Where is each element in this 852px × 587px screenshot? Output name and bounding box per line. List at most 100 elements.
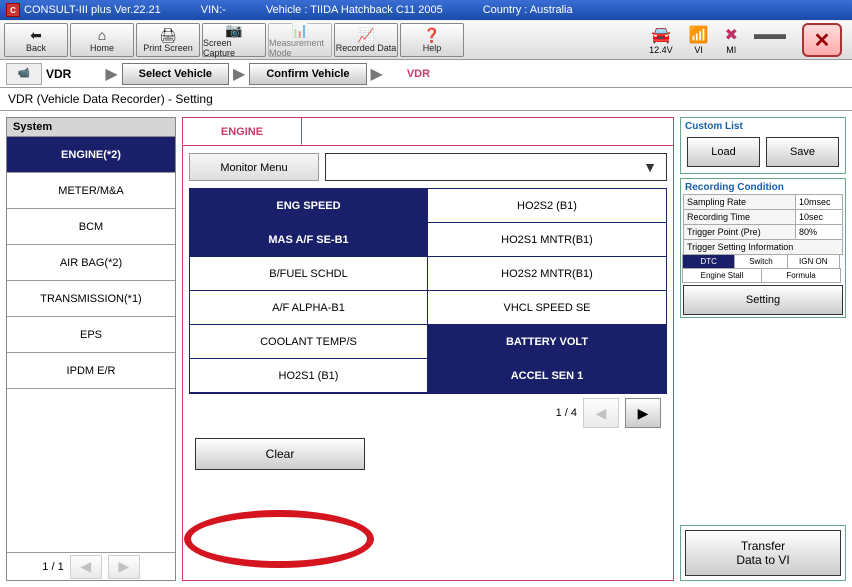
system-item[interactable]: ENGINE(*2)	[7, 137, 175, 173]
recording-row: Recording Time10sec	[683, 210, 843, 225]
recording-row: Trigger Setting Information	[683, 240, 843, 255]
grid-next-button[interactable]: ▶	[625, 398, 661, 428]
monitor-menu-label: Monitor Menu	[189, 153, 319, 181]
recorded-button[interactable]: 📈Recorded Data	[334, 23, 398, 57]
system-header: System	[7, 118, 175, 137]
system-item[interactable]: METER/M&A	[7, 173, 175, 209]
system-item[interactable]: TRANSMISSION(*1)	[7, 281, 175, 317]
recording-row: Trigger Point (Pre)80%	[683, 225, 843, 240]
custom-list-header: Custom List	[683, 120, 843, 133]
close-button[interactable]: ✕	[802, 23, 842, 57]
breadcrumb-current: VDR	[407, 68, 430, 80]
setting-button[interactable]: Setting	[683, 285, 843, 315]
sensor-cell[interactable]: HO2S2 MNTR(B1)	[428, 257, 666, 291]
trigger-cell[interactable]: DTC	[682, 254, 735, 269]
system-prev-button: ◀	[70, 555, 102, 579]
measure-button: 📊Measurement Mode	[268, 23, 332, 57]
help-button[interactable]: ❓Help	[400, 23, 464, 57]
recording-condition-header: Recording Condition	[683, 181, 843, 194]
transfer-box: Transfer Data to VI	[680, 525, 846, 581]
breadcrumb-bar: 📹 VDR ▶ Select Vehicle ▶ Confirm Vehicle…	[0, 60, 852, 88]
sensor-cell[interactable]: ACCEL SEN 1	[428, 359, 666, 393]
clear-button[interactable]: Clear	[195, 438, 365, 470]
monitor-menu-select[interactable]: ▼	[325, 153, 667, 181]
transfer-button[interactable]: Transfer Data to VI	[685, 530, 841, 576]
grid-prev-button: ◀	[583, 398, 619, 428]
custom-list-box: Custom List Load Save	[680, 117, 846, 174]
sensor-cell[interactable]: BATTERY VOLT	[428, 325, 666, 359]
recording-key: Trigger Setting Information	[684, 240, 842, 254]
camera-icon: 📷	[225, 22, 242, 38]
sensor-cell[interactable]: A/F ALPHA-B1	[190, 291, 428, 325]
help-icon: ❓	[423, 27, 440, 43]
back-icon: ⬅	[30, 27, 42, 43]
sensor-cell[interactable]: MAS A/F SE-B1	[190, 223, 428, 257]
system-item[interactable]: EPS	[7, 317, 175, 353]
sensor-cell[interactable]: VHCL SPEED SE	[428, 291, 666, 325]
window-titlebar: C CONSULT-III plus Ver.22.21 VIN:- Vehic…	[0, 0, 852, 20]
grid-page-label: 1 / 4	[556, 407, 577, 419]
sensor-cell[interactable]: B/FUEL SCHDL	[190, 257, 428, 291]
vehicle-label: Vehicle : TIIDA Hatchback C11 2005	[266, 4, 443, 16]
sensor-cell[interactable]: HO2S2 (B1)	[428, 189, 666, 223]
sensor-cell[interactable]: HO2S1 MNTR(B1)	[428, 223, 666, 257]
system-next-button: ▶	[108, 555, 140, 579]
chevron-right-icon: ▶	[371, 64, 383, 84]
print-button[interactable]: 🖨Print Screen	[136, 23, 200, 57]
trigger-cell[interactable]: Switch	[734, 254, 787, 269]
recording-key: Recording Time	[684, 210, 796, 224]
battery-status: ▬▬	[754, 26, 786, 54]
recording-value: 10sec	[796, 210, 842, 224]
voltage-status: 🚘12.4V	[649, 25, 673, 55]
trigger-cell[interactable]: IGN ON	[787, 254, 840, 269]
recording-key: Sampling Rate	[684, 195, 796, 209]
system-item[interactable]: AIR BAG(*2)	[7, 245, 175, 281]
recording-row: Sampling Rate10msec	[683, 194, 843, 210]
trigger-grid: DTCSwitchIGN ON Engine StallFormula	[683, 255, 843, 283]
sensor-cell[interactable]: COOLANT TEMP/S	[190, 325, 428, 359]
engine-tab[interactable]: ENGINE	[182, 117, 302, 145]
home-button[interactable]: ⌂Home	[70, 23, 134, 57]
trigger-cell[interactable]: Formula	[761, 268, 841, 283]
recording-value: 80%	[796, 225, 842, 239]
recording-condition-box: Recording Condition Sampling Rate10msecR…	[680, 178, 846, 318]
chevron-down-icon: ▼	[640, 159, 660, 175]
confirm-vehicle-crumb[interactable]: Confirm Vehicle	[249, 63, 366, 85]
main-toolbar: ⬅Back ⌂Home 🖨Print Screen 📷Screen Captur…	[0, 20, 852, 60]
recording-params: Sampling Rate10msecRecording Time10secTr…	[683, 194, 843, 255]
measure-icon: 📊	[291, 22, 308, 38]
chevron-right-icon: ▶	[105, 64, 117, 84]
chevron-right-icon: ▶	[233, 64, 245, 84]
home-icon: ⌂	[98, 27, 106, 43]
country-label: Country : Australia	[483, 4, 573, 16]
recording-key: Trigger Point (Pre)	[684, 225, 796, 239]
back-button[interactable]: ⬅Back	[4, 23, 68, 57]
grid-pager: 1 / 4 ◀ ▶	[189, 394, 667, 432]
system-item[interactable]: IPDM E/R	[7, 353, 175, 389]
trigger-cell[interactable]: Engine Stall	[682, 268, 762, 283]
battery-icon: ▬▬	[754, 26, 786, 44]
status-area: 🚘12.4V 📶VI ✖MI ▬▬ ✕	[643, 23, 848, 57]
app-icon: C	[6, 3, 20, 17]
close-icon: ✕	[814, 28, 831, 53]
monitor-panel: ENGINE Monitor Menu ▼ ENG SPEEDHO2S2 (B1…	[182, 117, 674, 581]
vi-status: 📶VI	[689, 25, 709, 55]
recorded-icon: 📈	[357, 27, 374, 43]
side-panel: Custom List Load Save Recording Conditio…	[680, 117, 846, 581]
system-list: ENGINE(*2)METER/M&ABCMAIR BAG(*2)TRANSMI…	[7, 137, 175, 580]
sensor-cell[interactable]: ENG SPEED	[190, 189, 428, 223]
signal-icon: 📶	[689, 25, 709, 45]
select-vehicle-crumb[interactable]: Select Vehicle	[122, 63, 229, 85]
breadcrumb-root: VDR	[46, 67, 71, 81]
save-button[interactable]: Save	[766, 137, 839, 167]
system-panel: System ENGINE(*2)METER/M&ABCMAIR BAG(*2)…	[6, 117, 176, 581]
mi-status: ✖MI	[725, 25, 738, 55]
printer-icon: 🖨	[159, 27, 177, 43]
sensor-cell[interactable]: HO2S1 (B1)	[190, 359, 428, 393]
recording-value: 10msec	[796, 195, 842, 209]
load-button[interactable]: Load	[687, 137, 760, 167]
capture-button[interactable]: 📷Screen Capture	[202, 23, 266, 57]
system-page-label: 1 / 1	[42, 561, 63, 573]
main-area: System ENGINE(*2)METER/M&ABCMAIR BAG(*2)…	[0, 111, 852, 587]
system-item[interactable]: BCM	[7, 209, 175, 245]
